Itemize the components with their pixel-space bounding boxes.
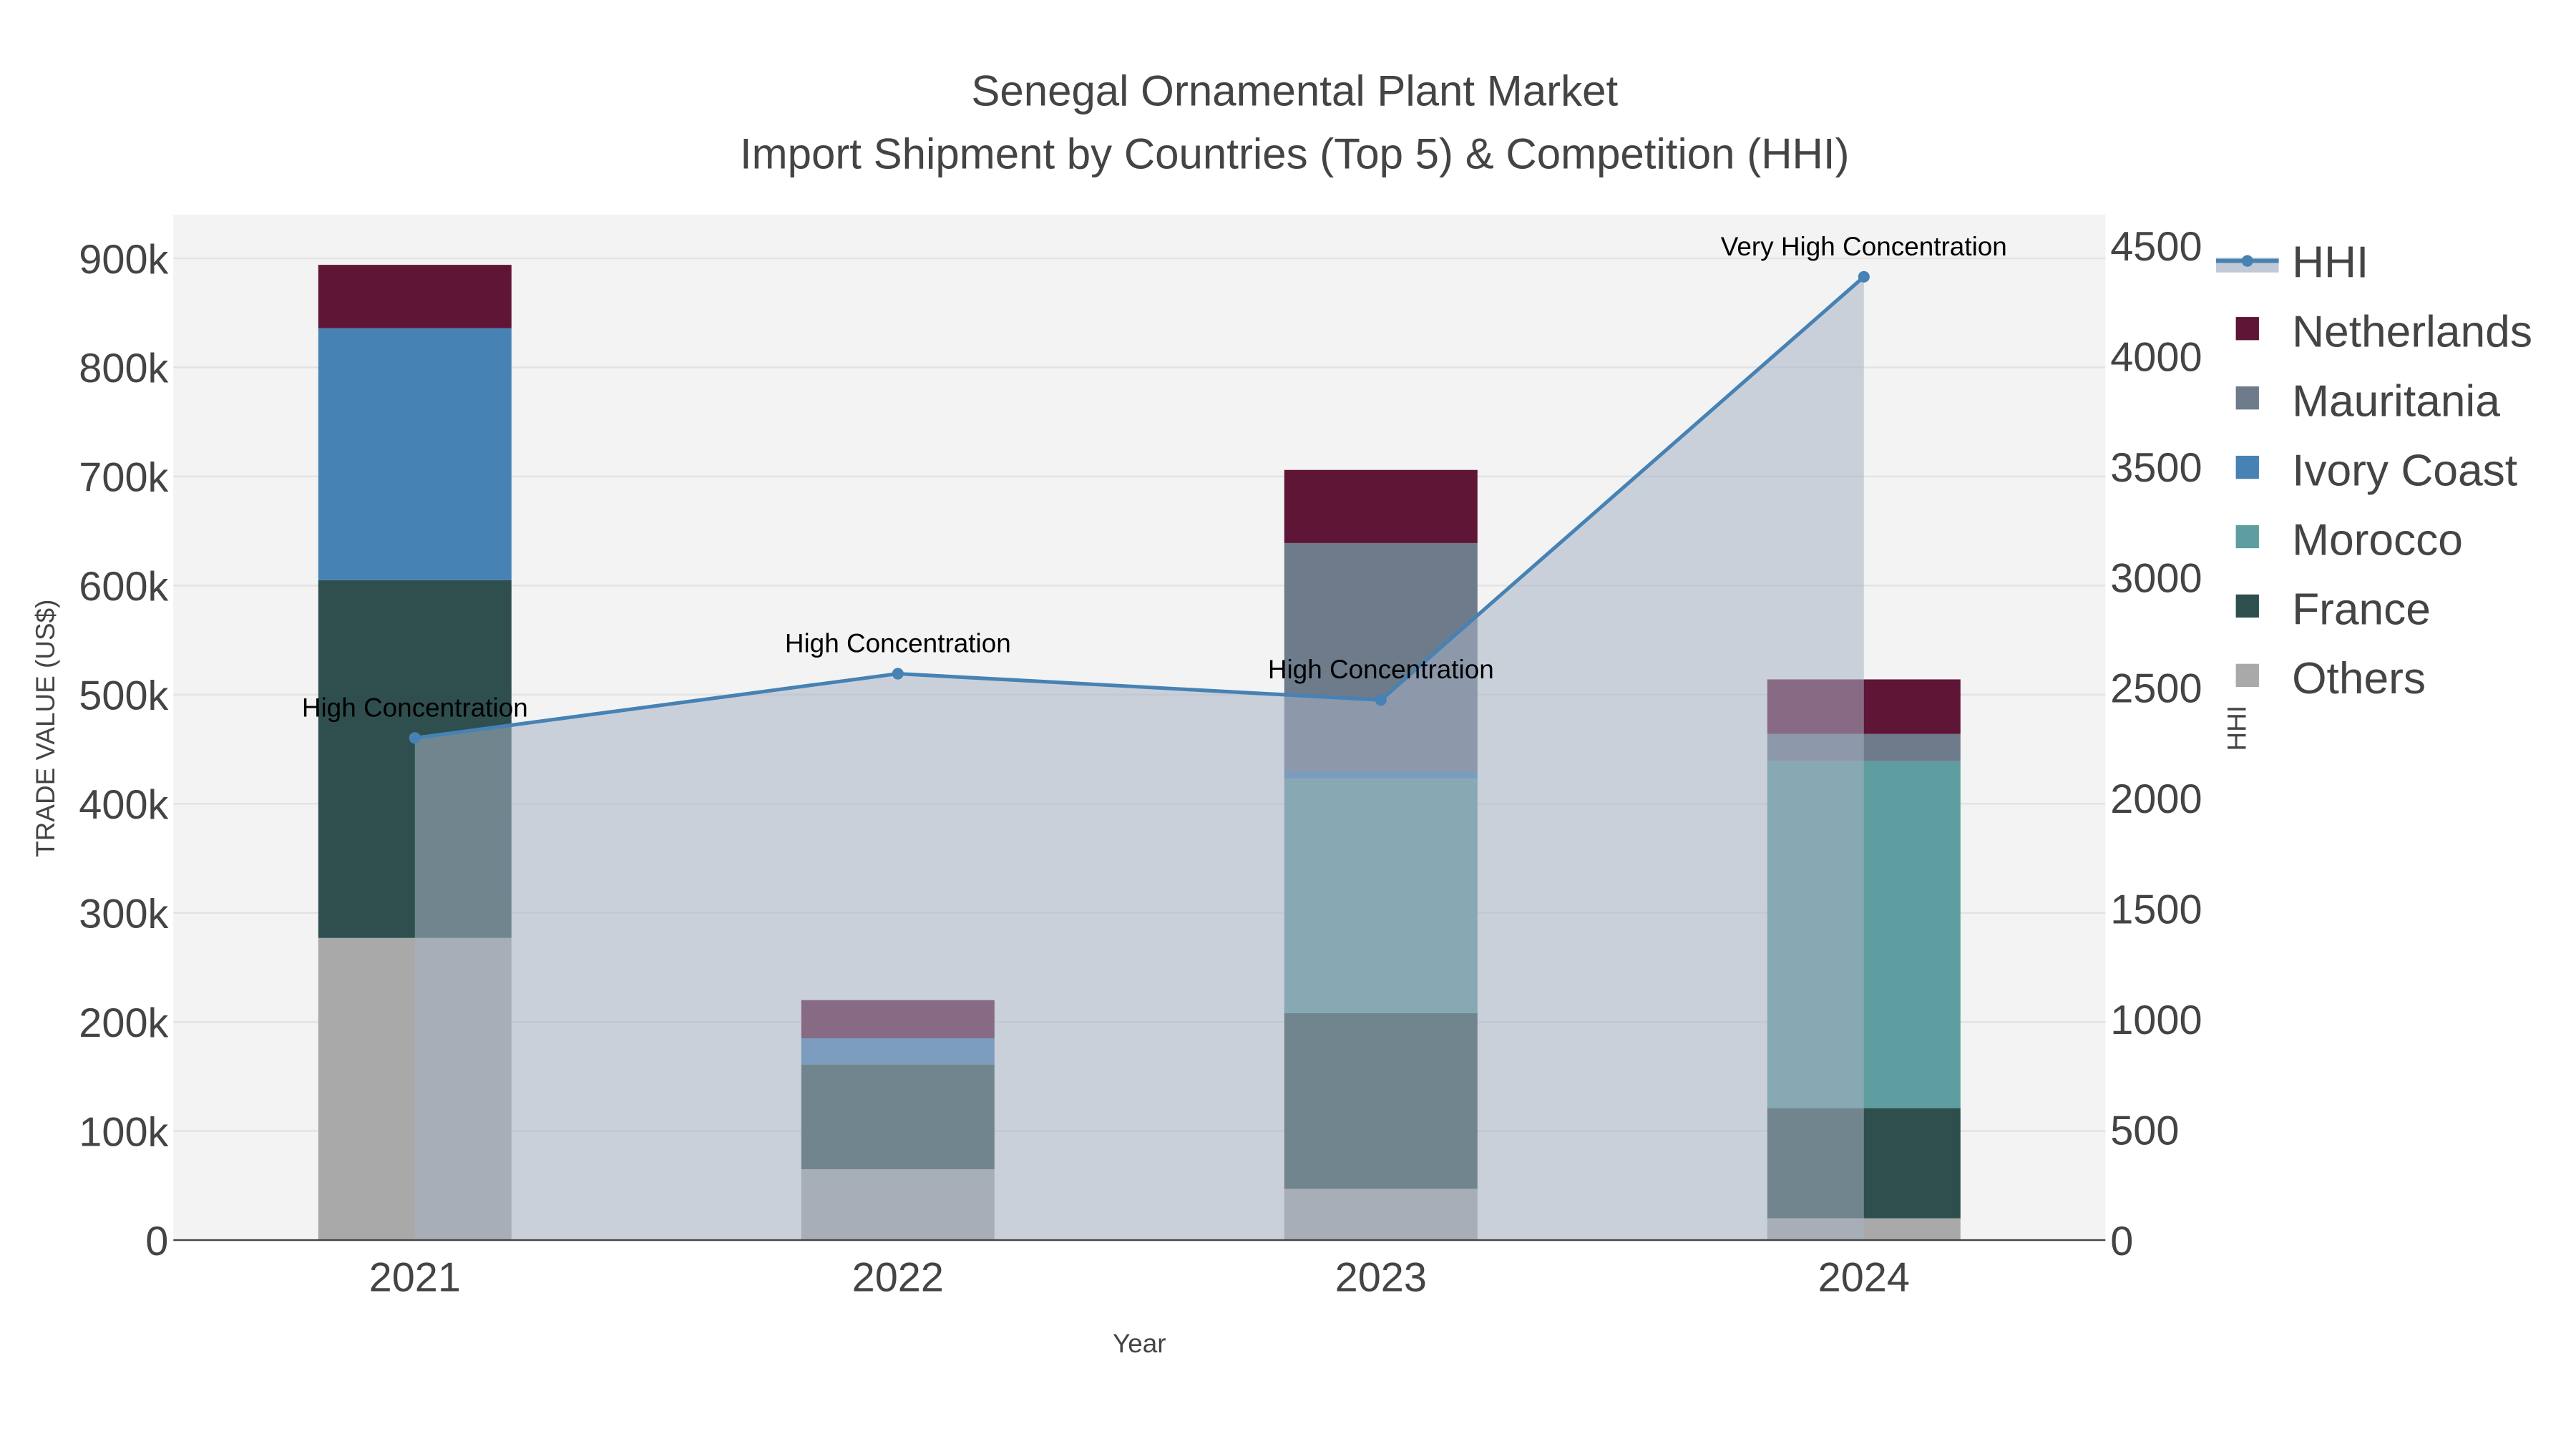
x-tick-label: 2023 — [1335, 1255, 1427, 1301]
legend-label: HHI — [2292, 238, 2368, 288]
legend-label: Netherlands — [2292, 308, 2532, 357]
legend-label: Ivory Coast — [2292, 446, 2517, 495]
y2-tick-label: 1000 — [2110, 997, 2202, 1043]
x-tick-label: 2022 — [852, 1255, 944, 1301]
x-axis-title: Year — [1113, 1329, 1166, 1358]
y2-tick-label: 3500 — [2110, 445, 2202, 491]
y-tick-label: 600k — [79, 564, 168, 610]
y2-tick-label: 4000 — [2110, 334, 2202, 380]
legend-label: Others — [2292, 654, 2426, 703]
y-tick-label: 400k — [79, 782, 168, 828]
y-axis-title: TRADE VALUE (US$) — [31, 600, 60, 857]
bar-ivory-coast — [318, 328, 512, 580]
y2-axis-title: HHI — [2222, 706, 2251, 751]
legend-hhi-marker — [2241, 255, 2253, 267]
legend-label: Morocco — [2292, 515, 2463, 565]
y-tick-label: 800k — [79, 346, 168, 391]
y-tick-label: 900k — [79, 237, 168, 283]
y2-tick-label: 4500 — [2110, 224, 2202, 270]
legend-swatch-others — [2235, 663, 2259, 687]
legend-swatch-morocco — [2235, 525, 2259, 549]
x-tick-label: 2021 — [369, 1255, 461, 1301]
legend-swatch-netherlands — [2235, 317, 2259, 341]
chart-title: Senegal Ornamental Plant Market — [971, 67, 1618, 115]
y2-tick-label: 500 — [2110, 1108, 2179, 1153]
chart: High Concentration High Concentration High… — [0, 0, 2576, 1449]
legend-swatch-mauritania — [2235, 386, 2259, 410]
hhi-annotation: High Concentration — [1268, 655, 1494, 684]
y-tick-label: 100k — [79, 1109, 168, 1155]
hhi-point — [892, 668, 904, 680]
y2-tick-label: 1500 — [2110, 887, 2202, 933]
legend-label: France — [2292, 585, 2431, 634]
hhi-point — [1858, 270, 1870, 283]
y2-tick-label: 3000 — [2110, 555, 2202, 601]
legend-swatch-ivory-coast — [2235, 455, 2259, 479]
legend-swatch-france — [2235, 594, 2259, 618]
hhi-point — [409, 732, 421, 744]
y2-tick-label: 2000 — [2110, 776, 2202, 822]
hhi-annotation: High Concentration — [785, 628, 1011, 658]
bar-netherlands — [1284, 469, 1478, 543]
hhi-annotation: High Concentration — [302, 693, 528, 722]
x-tick-label: 2024 — [1818, 1255, 1910, 1301]
y-tick-label: 200k — [79, 1000, 168, 1046]
hhi-point — [1375, 694, 1387, 706]
y-tick-label: 700k — [79, 455, 168, 501]
y-tick-label: 500k — [79, 673, 168, 719]
chart-subtitle: Import Shipment by Countries (Top 5) & C… — [740, 130, 1850, 177]
hhi-annotation: Very High Concentration — [1721, 232, 2007, 261]
y-tick-label: 300k — [79, 891, 168, 937]
y2-tick-label: 2500 — [2110, 666, 2202, 712]
y-tick-label: 0 — [145, 1219, 168, 1264]
legend-label: Mauritania — [2292, 377, 2500, 426]
bar-netherlands — [318, 265, 512, 328]
y2-tick-label: 0 — [2110, 1219, 2133, 1264]
